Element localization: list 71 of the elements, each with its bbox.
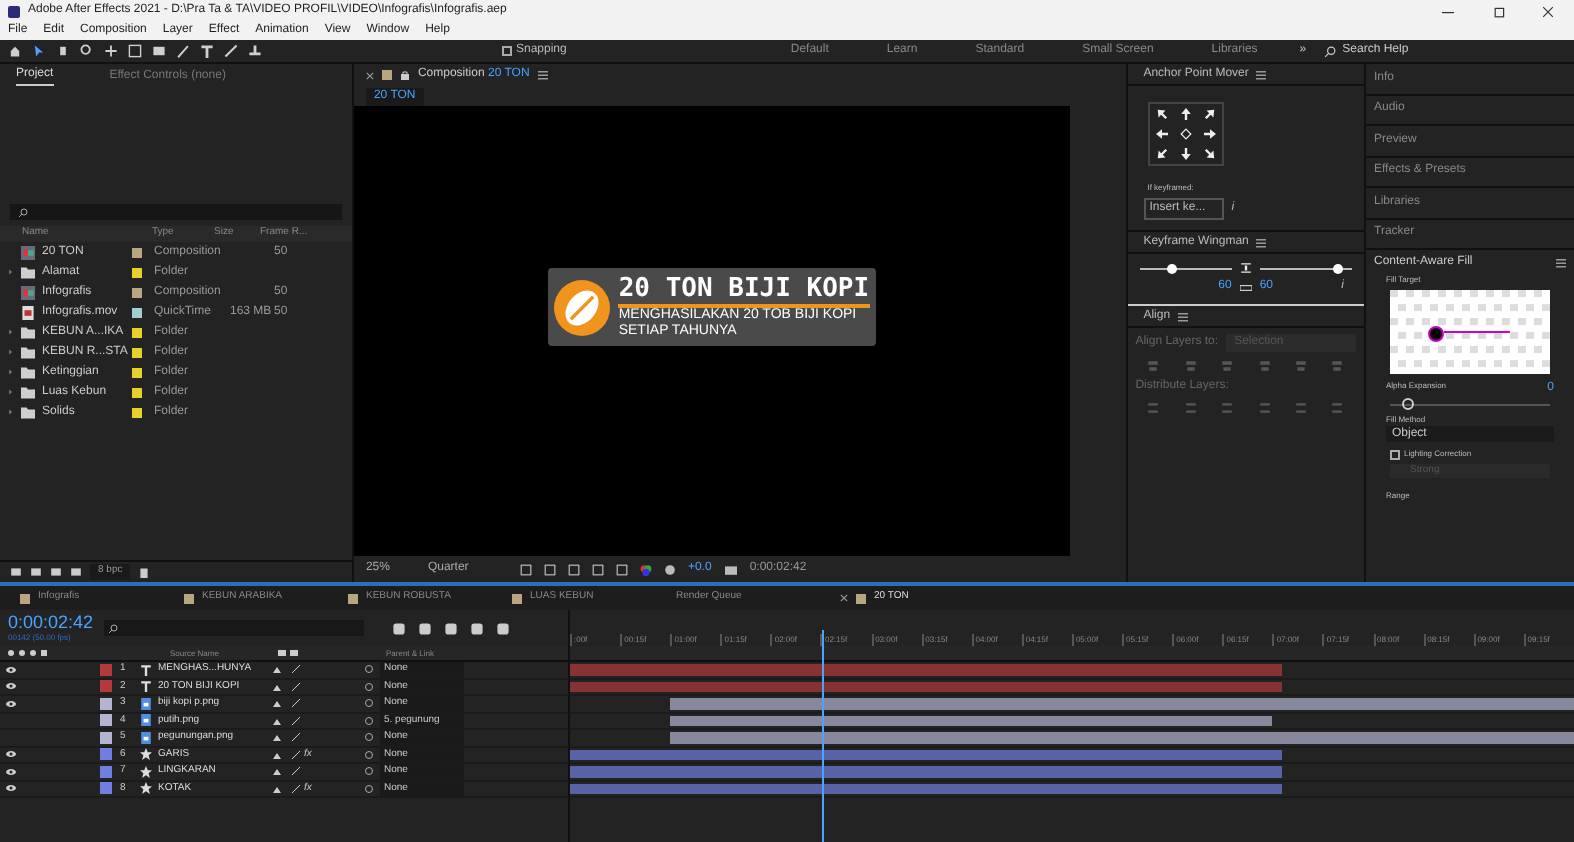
menu-icon[interactable]	[1556, 257, 1566, 267]
movie-file-icon[interactable]	[20, 305, 36, 319]
label-color-swatch[interactable]	[100, 697, 112, 710]
menu-icon[interactable]	[1256, 237, 1267, 247]
expand-icon[interactable]	[7, 268, 13, 276]
search-icon[interactable]	[1324, 45, 1337, 57]
lock-icon[interactable]	[399, 70, 410, 80]
star-icon[interactable]	[140, 782, 152, 795]
close-icon[interactable]	[1542, 5, 1554, 17]
tool-icon[interactable]	[104, 44, 118, 58]
expand-icon[interactable]	[7, 388, 13, 396]
render-icon[interactable]	[70, 566, 82, 578]
image-file-icon[interactable]	[140, 731, 152, 744]
layer-duration-bar[interactable]	[670, 715, 1273, 726]
interpret-footage-icon[interactable]	[10, 566, 22, 578]
image-file-icon[interactable]	[140, 697, 152, 710]
new-composition-icon[interactable]	[50, 566, 62, 578]
folder-icon[interactable]	[20, 265, 36, 279]
restore-icon[interactable]	[1494, 5, 1506, 17]
exposure-icon[interactable]	[663, 563, 676, 575]
layer-duration-bar[interactable]	[570, 749, 1283, 760]
current-time: 0:00:02:42	[8, 613, 92, 631]
selection-tool-icon[interactable]	[32, 44, 46, 58]
ease-slider-thumb[interactable]	[1333, 263, 1344, 273]
expand-icon[interactable]	[7, 328, 13, 336]
ease-slider-thumb[interactable]	[1166, 263, 1177, 273]
anchor-arrow-grid[interactable]	[1147, 102, 1224, 166]
label-color-swatch[interactable]	[100, 714, 112, 727]
label-color-swatch[interactable]	[100, 663, 112, 676]
star-icon[interactable]	[140, 765, 152, 778]
label-color-swatch[interactable]	[100, 748, 112, 761]
ease-icon[interactable]	[1239, 262, 1252, 274]
expand-icon[interactable]	[7, 348, 13, 356]
alpha-expansion-slider-thumb[interactable]	[1402, 398, 1415, 410]
app-logo-icon	[8, 5, 20, 17]
camera-icon[interactable]	[723, 563, 738, 575]
menu-icon[interactable]	[537, 70, 548, 80]
eye-icon[interactable]	[5, 699, 15, 708]
eye-icon[interactable]	[5, 665, 15, 674]
search-icon[interactable]	[108, 623, 118, 633]
label-color-swatch[interactable]	[100, 782, 112, 795]
card-title: 20 TON BIJI KOPI	[618, 274, 870, 308]
menu-icon[interactable]	[1256, 69, 1267, 79]
menu-icon[interactable]	[1178, 311, 1189, 321]
eye-icon[interactable]	[5, 767, 15, 776]
composition-icon[interactable]	[20, 245, 36, 259]
new-folder-icon[interactable]	[30, 566, 42, 578]
star-icon[interactable]	[140, 748, 152, 761]
label-color-swatch[interactable]	[100, 680, 112, 693]
close-icon[interactable]	[365, 71, 374, 79]
home-icon[interactable]	[8, 44, 22, 58]
eye-icon[interactable]	[5, 750, 15, 759]
center-point-icon[interactable]	[1179, 128, 1192, 140]
close-icon[interactable]	[840, 594, 848, 602]
color-channels-icon[interactable]	[639, 563, 652, 575]
search-icon[interactable]	[18, 207, 28, 217]
eye-icon[interactable]	[5, 682, 15, 691]
layer-duration-bar[interactable]	[570, 783, 1283, 794]
coffee-bean-logo	[554, 279, 611, 335]
label-color-swatch[interactable]	[100, 731, 112, 744]
label-color-swatch[interactable]	[100, 765, 112, 778]
layer-search-field[interactable]	[104, 620, 364, 636]
comp-color-swatch	[381, 70, 392, 80]
image-file-icon[interactable]	[140, 714, 152, 727]
link-icon[interactable]	[1239, 283, 1252, 291]
expand-icon[interactable]	[7, 408, 13, 416]
eye-icon[interactable]	[5, 784, 15, 793]
project-search-field[interactable]	[10, 204, 342, 220]
composition-icon[interactable]	[20, 285, 36, 299]
expand-icon[interactable]	[7, 368, 13, 376]
trash-icon[interactable]	[138, 566, 151, 578]
